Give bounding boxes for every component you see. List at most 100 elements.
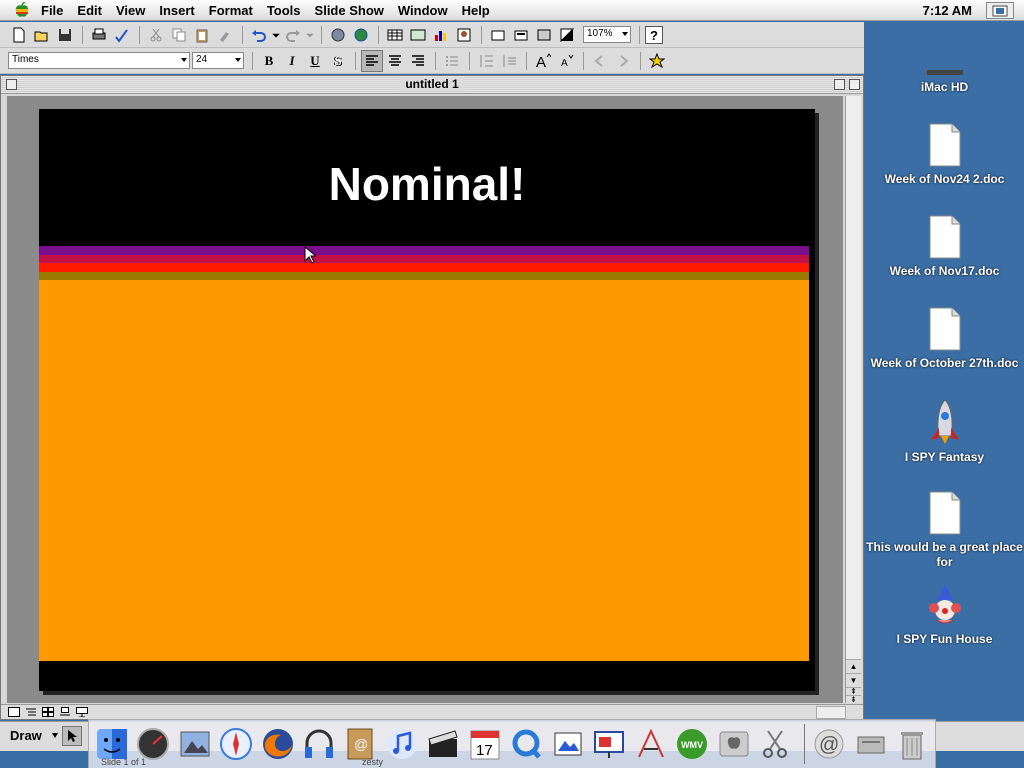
- vertical-scrollbar[interactable]: ▲ ▼ ⇞ ⇟: [845, 96, 861, 704]
- insert-table-button[interactable]: [384, 24, 406, 46]
- dock-utility[interactable]: [756, 725, 793, 763]
- shadow-button[interactable]: S: [327, 50, 349, 72]
- demote-button[interactable]: [612, 50, 634, 72]
- zoom-dropdown-icon[interactable]: [622, 32, 628, 36]
- zoom-field[interactable]: 107%: [583, 26, 631, 43]
- dock-quicktime[interactable]: [508, 725, 545, 763]
- horizontal-scrollbar[interactable]: [816, 706, 846, 719]
- copy-button[interactable]: [168, 24, 190, 46]
- dock-disk-utility[interactable]: [852, 725, 889, 763]
- align-center-button[interactable]: [384, 50, 406, 72]
- slide-show-view-button[interactable]: [73, 706, 90, 718]
- next-slide-button[interactable]: ⇟: [846, 695, 861, 704]
- format-painter-button[interactable]: [214, 24, 236, 46]
- slide-layout-button[interactable]: [510, 24, 532, 46]
- close-box-icon[interactable]: [6, 79, 17, 90]
- help-button[interactable]: ?: [645, 25, 663, 44]
- apple-menu-icon[interactable]: [10, 0, 34, 21]
- dock-itunes[interactable]: [383, 725, 420, 763]
- desktop-icon-i-spy-fun-house[interactable]: I SPY Fun House: [865, 584, 1024, 647]
- apply-design-button[interactable]: [533, 24, 555, 46]
- menu-edit[interactable]: Edit: [70, 0, 109, 21]
- menu-help[interactable]: Help: [455, 0, 497, 21]
- undo-button[interactable]: [248, 24, 270, 46]
- insert-hyperlink-button[interactable]: [327, 24, 349, 46]
- dock-firefox[interactable]: [259, 725, 296, 763]
- dock-safari[interactable]: [217, 725, 254, 763]
- print-button[interactable]: [88, 24, 110, 46]
- align-left-button[interactable]: [361, 49, 383, 72]
- slide-sorter-view-button[interactable]: [39, 706, 56, 718]
- dock-powerpoint[interactable]: [590, 725, 627, 763]
- scroll-down-button[interactable]: ▼: [846, 673, 861, 687]
- web-toolbar-button[interactable]: [350, 24, 372, 46]
- grayscale-button[interactable]: [556, 24, 578, 46]
- save-button[interactable]: [54, 24, 76, 46]
- align-right-button[interactable]: [407, 50, 429, 72]
- animation-effects-button[interactable]: [646, 50, 668, 72]
- paste-button[interactable]: [191, 24, 213, 46]
- dock-system-preferences[interactable]: [715, 725, 752, 763]
- desktop-icon-week-nov17[interactable]: Week of Nov17.doc: [865, 214, 1024, 279]
- menu-view[interactable]: View: [109, 0, 152, 21]
- menu-format[interactable]: Format: [202, 0, 260, 21]
- draw-menu-button[interactable]: Draw: [10, 728, 42, 743]
- dock-wmv-player[interactable]: WMV: [673, 725, 710, 763]
- zoom-box-icon[interactable]: [834, 79, 845, 90]
- new-document-button[interactable]: [8, 24, 30, 46]
- increase-paragraph-spacing-button[interactable]: [475, 50, 497, 72]
- window-title-bar[interactable]: untitled 1: [1, 76, 863, 94]
- dock-drawing-app[interactable]: [632, 725, 669, 763]
- font-size-field[interactable]: 24: [192, 52, 244, 69]
- notes-view-button[interactable]: [56, 706, 73, 718]
- dock-imovie[interactable]: [425, 725, 462, 763]
- new-slide-button[interactable]: [487, 24, 509, 46]
- spelling-button[interactable]: [111, 24, 133, 46]
- dock-mail-bird[interactable]: [176, 725, 213, 763]
- bullets-button[interactable]: [441, 50, 463, 72]
- font-size-dropdown-icon[interactable]: [235, 58, 241, 62]
- slide-body-area[interactable]: [39, 280, 809, 661]
- cut-button[interactable]: [145, 24, 167, 46]
- font-name-field[interactable]: Times: [8, 52, 190, 69]
- dock-preview[interactable]: [549, 725, 586, 763]
- dock-ical[interactable]: 17: [466, 725, 503, 763]
- decrease-paragraph-spacing-button[interactable]: [498, 50, 520, 72]
- outline-view-button[interactable]: [22, 706, 39, 718]
- menu-clock[interactable]: 7:12 AM: [923, 0, 972, 21]
- slide[interactable]: Nominal!: [39, 109, 815, 691]
- desktop-icon-imac-hd[interactable]: iMac HD: [865, 70, 1024, 95]
- scroll-up-button[interactable]: ▲: [846, 659, 861, 673]
- menu-tools[interactable]: Tools: [260, 0, 308, 21]
- promote-button[interactable]: [589, 50, 611, 72]
- insert-excel-button[interactable]: [407, 24, 429, 46]
- bold-button[interactable]: B: [258, 50, 280, 72]
- menu-insert[interactable]: Insert: [152, 0, 201, 21]
- italic-button[interactable]: I: [281, 50, 303, 72]
- previous-slide-button[interactable]: ⇞: [846, 687, 861, 696]
- slide-title[interactable]: Nominal!: [39, 157, 815, 211]
- redo-dropdown-icon[interactable]: [305, 24, 315, 46]
- menu-file[interactable]: File: [34, 0, 70, 21]
- dock-trash[interactable]: [894, 725, 931, 763]
- menu-window[interactable]: Window: [391, 0, 455, 21]
- dock-mail[interactable]: @: [811, 725, 848, 763]
- menu-slide-show[interactable]: Slide Show: [308, 0, 391, 21]
- redo-button[interactable]: [282, 24, 304, 46]
- dock-audio-app[interactable]: [300, 725, 337, 763]
- desktop-icon-i-spy-fantasy[interactable]: I SPY Fantasy: [865, 398, 1024, 465]
- application-switcher-icon[interactable]: [986, 2, 1014, 19]
- collapse-box-icon[interactable]: [849, 79, 860, 90]
- font-name-dropdown-icon[interactable]: [181, 58, 187, 62]
- desktop-icon-great-place[interactable]: This would be a great place for: [865, 490, 1024, 570]
- insert-picture-button[interactable]: [453, 24, 475, 46]
- select-objects-button[interactable]: [62, 726, 82, 746]
- increase-font-size-button[interactable]: A: [532, 50, 554, 72]
- open-button[interactable]: [31, 24, 53, 46]
- insert-chart-button[interactable]: [430, 24, 452, 46]
- decrease-font-size-button[interactable]: A: [555, 50, 577, 72]
- draw-dropdown-icon[interactable]: [52, 733, 58, 738]
- underline-button[interactable]: U: [304, 50, 326, 72]
- normal-view-button[interactable]: [5, 706, 22, 718]
- desktop-icon-week-nov24[interactable]: Week of Nov24 2.doc: [865, 122, 1024, 187]
